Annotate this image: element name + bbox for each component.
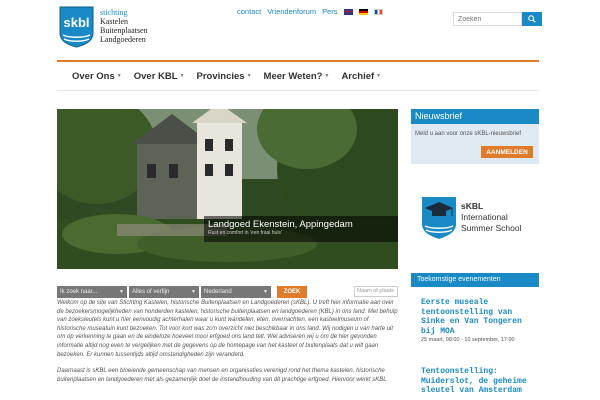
chevron-down-icon: ▼ — [376, 73, 382, 79]
chevron-down-icon: ▼ — [116, 73, 122, 79]
logo-line-kastelen: Kastelen — [100, 17, 128, 26]
main-nav: Over Ons ▼ Over KBL ▼ Provincies ▼ Meer Wet… — [57, 62, 539, 91]
region-select[interactable]: Nederland ▼ — [201, 286, 271, 298]
event-date: 25 maart, 08:00 - 10 september, 17:00 — [421, 337, 515, 343]
logo-line-buitenplaatsen: Buitenplaatsen — [100, 26, 148, 35]
chevron-down-icon: ▼ — [191, 289, 196, 295]
chevron-down-icon: ▼ — [119, 289, 124, 295]
hero-subtitle: Rust en comfort in 'een fraai huis' — [208, 230, 282, 236]
select-value: Ik zoek naar... — [60, 289, 98, 295]
chevron-down-icon: ▼ — [324, 73, 330, 79]
summer-line-1: sKBL — [461, 201, 484, 211]
aanmelden-button[interactable]: AANMELDEN — [481, 146, 533, 158]
skbl-shield-logo: skbl — [59, 6, 94, 48]
chevron-down-icon: ▼ — [179, 73, 185, 79]
event-item[interactable]: Tentoonstelling: Muiderslot, de geheime … — [421, 367, 539, 396]
category-select[interactable]: Ik zoek naar... ▼ — [57, 286, 127, 298]
logo-line-stichting: stichting — [100, 8, 128, 17]
event-title[interactable]: Tentoonstelling: Muiderslot, de geheime … — [421, 367, 539, 396]
vriendenforum-link[interactable]: Vriendenforum — [267, 7, 316, 16]
graduation-cap-shield-icon — [422, 197, 456, 239]
zoek-button[interactable]: ZOEK — [277, 286, 307, 298]
nav-label: Provincies — [196, 70, 245, 82]
nav-label: Over Ons — [72, 70, 115, 82]
summer-line-2: International — [461, 212, 508, 222]
contact-link[interactable]: contact — [237, 7, 261, 16]
nav-archief[interactable]: Archief ▼ — [341, 71, 381, 82]
intro-paragraph-2: Daarnaast is sKBL een bloeiende gemeensc… — [57, 368, 387, 383]
refine-select[interactable]: Alles of verfijn ▼ — [129, 286, 199, 298]
summer-school-banner[interactable]: sKBL International Summer School — [421, 196, 521, 240]
intro-text: Welkom op de site van Stichting Kastelen… — [57, 299, 398, 392]
select-value: Nederland — [204, 289, 232, 295]
nav-label: Over KBL — [133, 70, 178, 82]
newsletter-box: Nieuwsbrief Meld u aan voor onze sKBL-ni… — [411, 109, 539, 164]
site-logo[interactable]: skbl stichting Kastelen Buitenplaatsen L… — [59, 6, 177, 52]
select-value: Alles of verfijn — [132, 289, 170, 295]
intro-paragraph-1: Welkom op de site van Stichting Kastelen… — [57, 300, 398, 358]
summer-line-3: Summer School — [461, 223, 522, 233]
nav-over-kbl[interactable]: Over KBL ▼ — [134, 71, 185, 82]
nav-over-ons[interactable]: Over Ons ▼ — [72, 71, 122, 82]
pers-link[interactable]: Pers — [322, 7, 337, 16]
newsletter-title: Nieuwsbrief — [411, 109, 539, 124]
hero-caption[interactable]: Landgoed Ekenstein, Appingedam Rust en c… — [204, 216, 398, 242]
events-title: Toekomstige evenementen — [411, 273, 539, 287]
chevron-down-icon: ▼ — [246, 73, 252, 79]
newsletter-text: Meld u aan voor onze sKBL-nieuwsbrief — [415, 131, 522, 137]
search-input[interactable] — [453, 12, 522, 26]
logo-wordmark: stichting Kastelen Buitenplaatsen Landgo… — [100, 8, 148, 44]
search-filters: Ik zoek naar... ▼ Alles of verfijn ▼ Neder… — [57, 285, 398, 299]
chevron-down-icon: ▼ — [263, 289, 268, 295]
summer-school-text: sKBL International Summer School — [461, 201, 521, 234]
flag-uk-icon[interactable] — [343, 8, 353, 15]
event-title[interactable]: Eerste museale tentoonstelling van Sinke… — [421, 298, 539, 336]
event-item[interactable]: Eerste museale tentoonstelling van Sinke… — [421, 298, 539, 344]
logo-line-landgoederen: Landgoederen — [100, 35, 146, 44]
nav-label: Archief — [341, 70, 375, 82]
site-search — [453, 12, 542, 26]
search-button[interactable] — [522, 12, 542, 26]
nav-meer-weten[interactable]: Meer Weten? ▼ — [264, 71, 330, 82]
flag-fr-icon[interactable] — [373, 8, 383, 15]
hero-slideshow[interactable] — [57, 109, 398, 269]
nav-label: Meer Weten? — [263, 70, 323, 82]
hero-photo — [57, 109, 398, 269]
flag-de-icon[interactable] — [358, 8, 368, 15]
search-icon — [528, 15, 536, 23]
nav-provincies[interactable]: Provincies ▼ — [197, 71, 252, 82]
logo-abbr: skbl — [63, 15, 89, 30]
place-input[interactable]: Naam of plaats — [354, 286, 398, 297]
hero-title: Landgoed Ekenstein, Appingedam — [208, 219, 353, 230]
top-links: contact Vriendenforum Pers — [237, 7, 383, 16]
